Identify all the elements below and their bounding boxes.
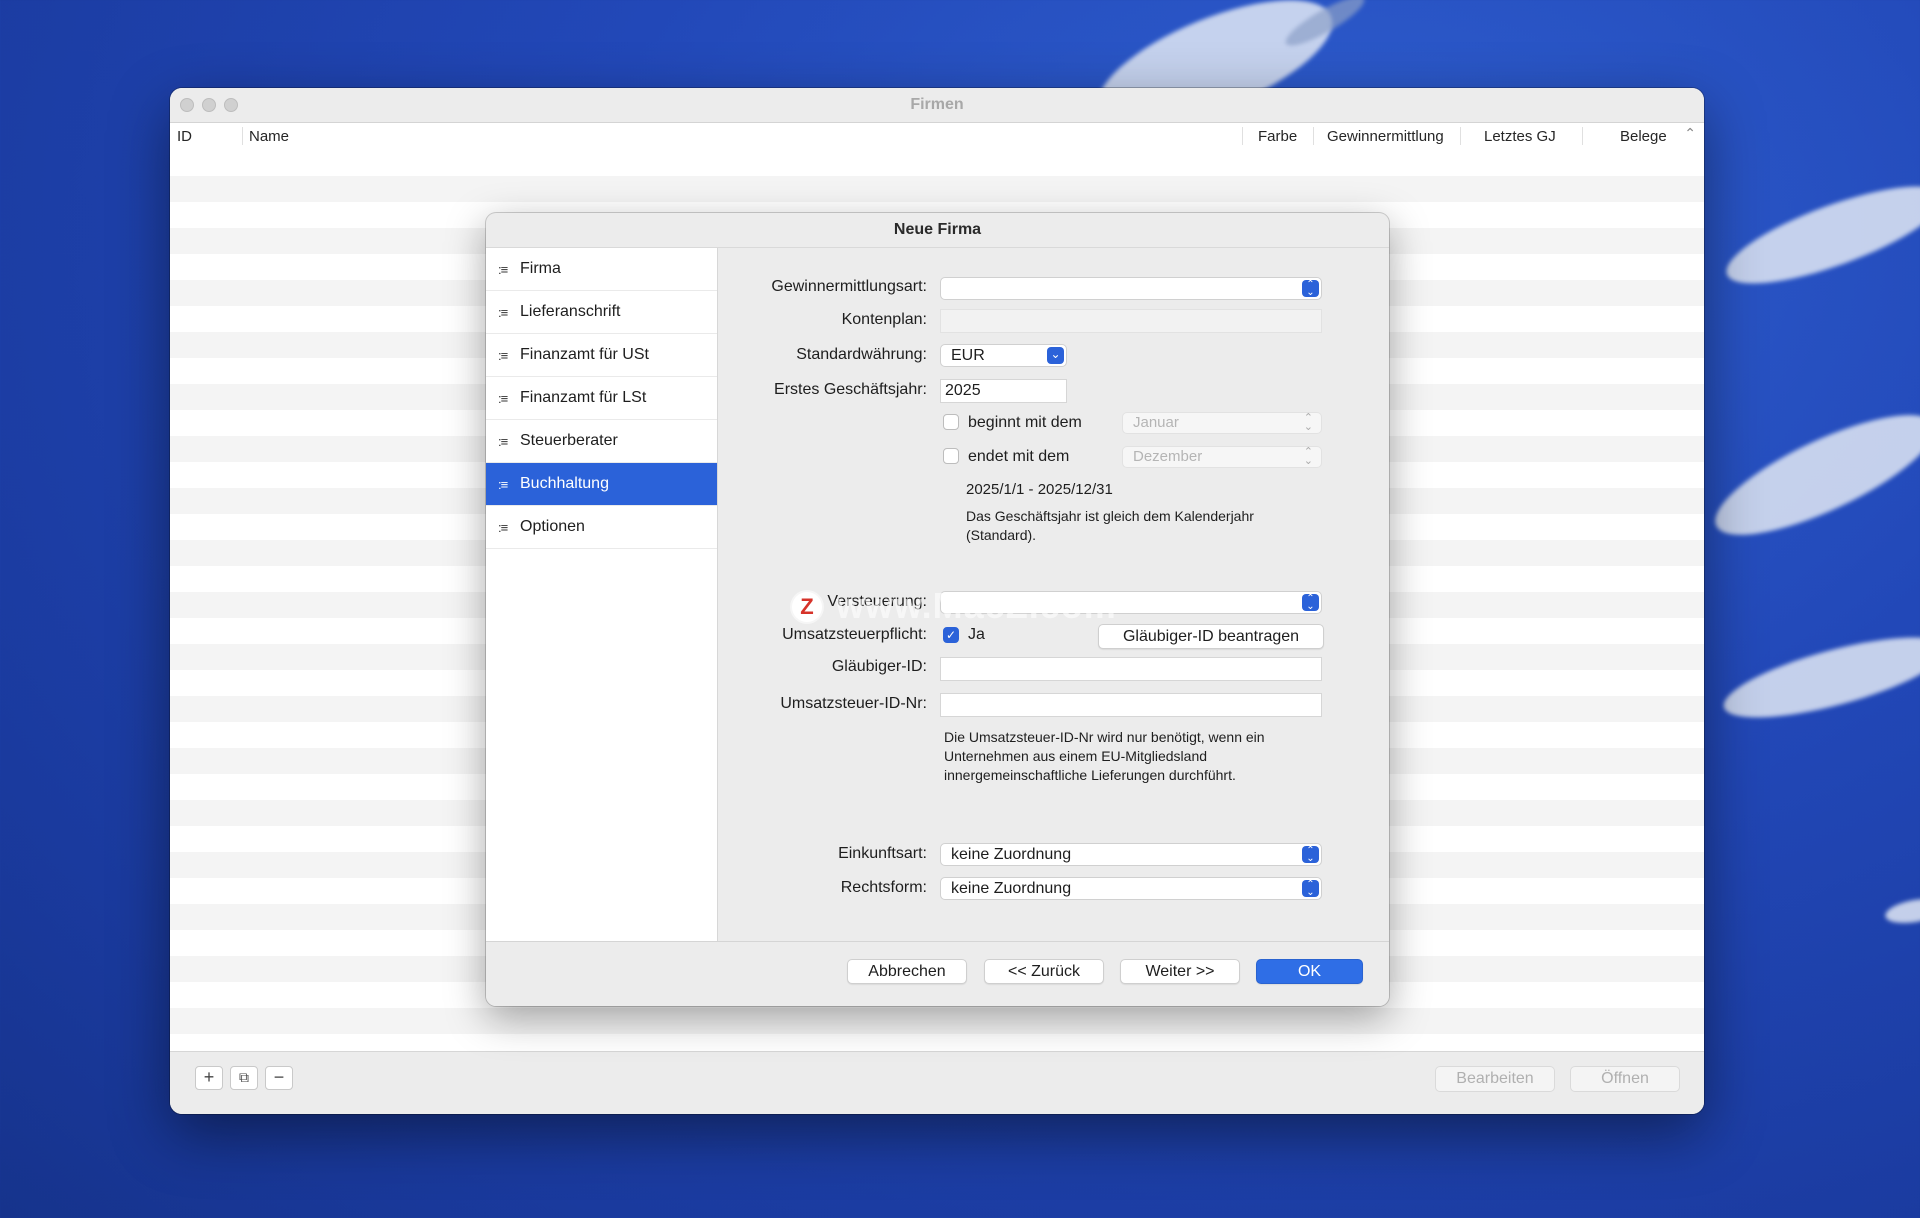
sidebar-item-label: Finanzamt für LSt [520, 389, 647, 406]
window-bottom-bar: + ⧉ − Bearbeiten Öffnen [170, 1051, 1704, 1114]
duplicate-button[interactable]: ⧉ [230, 1066, 258, 1090]
list-icon: :≡ [498, 433, 508, 449]
sidebar-item-finanzamt-lst[interactable]: :≡ Finanzamt für LSt [486, 377, 717, 420]
chevron-up-down-icon: ⌃ ⌄ [1302, 280, 1319, 298]
period-note: Das Geschäftsjahr ist gleich dem Kalende… [966, 508, 1254, 543]
add-button[interactable]: + [195, 1066, 223, 1090]
umsatzsteuer-id-label: Umsatzsteuer-ID-Nr: [780, 695, 927, 712]
select-value: Januar [1133, 414, 1179, 431]
list-icon: :≡ [498, 261, 508, 277]
sidebar-item-finanzamt-ust[interactable]: :≡ Finanzamt für USt [486, 334, 717, 377]
column-header-gewinnermittlung[interactable]: Gewinnermittlung [1327, 128, 1444, 145]
sidebar-item-label: Optionen [520, 518, 585, 535]
window-title: Firmen [910, 96, 964, 113]
beginnt-label: beginnt mit dem [968, 414, 1082, 431]
sidebar-item-firma[interactable]: :≡ Firma [486, 248, 717, 291]
endet-label: endet mit dem [968, 448, 1070, 465]
sidebar-item-label: Steuerberater [520, 432, 618, 449]
window-titlebar[interactable]: Firmen [170, 88, 1704, 123]
list-icon: :≡ [498, 347, 508, 363]
column-divider [242, 127, 243, 145]
sidebar-item-label: Finanzamt für USt [520, 346, 649, 363]
sort-ascending-icon[interactable]: ⌃ [1684, 125, 1696, 142]
column-header-id[interactable]: ID [177, 128, 192, 145]
umsatzsteuer-id-field[interactable] [940, 693, 1322, 717]
umsatzsteuerpflicht-ja-label: Ja [968, 626, 985, 643]
standardwaehrung-label: Standardwährung: [796, 346, 927, 363]
column-divider [1582, 127, 1583, 145]
beginnt-checkbox[interactable] [943, 414, 959, 430]
cancel-button[interactable]: Abbrechen [847, 959, 967, 984]
table-header: ID Name Farbe Gewinnermittlung Letztes G… [170, 123, 1704, 151]
glaeubiger-id-label: Gläubiger-ID: [831, 658, 927, 675]
dialog-title: Neue Firma [486, 213, 1389, 248]
endet-checkbox[interactable] [943, 448, 959, 464]
gewinnermittlungsart-select[interactable]: ⌃ ⌄ [940, 277, 1322, 300]
chevron-down-icon: ⌄ [1047, 347, 1064, 364]
sidebar-item-label: Buchhaltung [520, 475, 609, 492]
list-icon: :≡ [498, 519, 508, 535]
column-divider [1313, 127, 1314, 145]
sidebar-item-label: Firma [520, 260, 561, 277]
dialog-sidebar: :≡ Firma :≡ Lieferanschrift :≡ Finanzamt… [486, 248, 718, 941]
rechtsform-select[interactable]: keine Zuordnung ⌃ ⌄ [940, 877, 1322, 900]
edit-button[interactable]: Bearbeiten [1435, 1066, 1555, 1092]
select-value: EUR [951, 347, 985, 364]
einkunftsart-select[interactable]: keine Zuordnung ⌃ ⌄ [940, 843, 1322, 866]
background-shape [1716, 167, 1920, 303]
list-icon: :≡ [498, 476, 508, 492]
sidebar-item-label: Lieferanschrift [520, 303, 621, 320]
period-text: 2025/1/1 - 2025/12/31 [966, 481, 1113, 498]
list-icon: :≡ [498, 304, 508, 320]
umsatzsteuer-id-note: Die Umsatzsteuer-ID-Nr wird nur benötigt… [944, 729, 1265, 783]
umsatzsteuerpflicht-checkbox[interactable]: ✓ [943, 627, 959, 643]
chevron-up-down-icon: ⌃ ⌄ [1302, 594, 1319, 612]
select-value: Dezember [1133, 448, 1203, 465]
remove-button[interactable]: − [265, 1066, 293, 1090]
background-shape [1883, 894, 1920, 928]
background-shape [1716, 621, 1920, 734]
standardwaehrung-select[interactable]: EUR ⌄ [940, 344, 1067, 367]
glaeubiger-id-field[interactable] [940, 657, 1322, 681]
column-header-belege[interactable]: Belege [1620, 128, 1667, 145]
gewinnermittlungsart-label: Gewinnermittlungsart: [771, 278, 927, 295]
watermark-logo: Z [792, 592, 822, 622]
chevron-up-down-icon: ⌃ ⌄ [1303, 412, 1313, 433]
dialog-footer: Abbrechen << Zurück Weiter >> OK [486, 941, 1389, 1006]
erstes-geschaeftsjahr-label: Erstes Geschäftsjahr: [774, 381, 927, 398]
kontenplan-label: Kontenplan: [841, 311, 927, 328]
column-divider [1460, 127, 1461, 145]
open-button[interactable]: Öffnen [1570, 1066, 1680, 1092]
rechtsform-label: Rechtsform: [840, 879, 927, 896]
background-shape [1701, 392, 1920, 558]
chevron-up-down-icon: ⌃ ⌄ [1302, 880, 1319, 898]
list-icon: :≡ [498, 390, 508, 406]
kontenplan-field[interactable] [940, 309, 1322, 333]
sidebar-item-optionen[interactable]: :≡ Optionen [486, 506, 717, 549]
select-value: keine Zuordnung [951, 846, 1072, 863]
next-button[interactable]: Weiter >> [1120, 959, 1240, 984]
column-header-farbe[interactable]: Farbe [1258, 128, 1297, 145]
chevron-up-down-icon: ⌃ ⌄ [1302, 846, 1319, 864]
endet-month-select[interactable]: Dezember ⌃ ⌄ [1122, 446, 1322, 468]
watermark-text: www.MacZ.com [836, 585, 1117, 626]
column-header-letztes-gj[interactable]: Letztes GJ [1484, 128, 1556, 145]
column-header-name[interactable]: Name [249, 128, 289, 145]
sidebar-item-steuerberater[interactable]: :≡ Steuerberater [486, 420, 717, 463]
back-button[interactable]: << Zurück [984, 959, 1104, 984]
column-divider [1242, 127, 1243, 145]
umsatzsteuerpflicht-label: Umsatzsteuerpflicht: [782, 626, 927, 643]
select-value: keine Zuordnung [951, 880, 1072, 897]
glaeubiger-id-beantragen-button[interactable]: Gläubiger-ID beantragen [1098, 624, 1324, 649]
einkunftsart-label: Einkunftsart: [838, 845, 927, 862]
beginnt-month-select[interactable]: Januar ⌃ ⌄ [1122, 412, 1322, 434]
sidebar-item-buchhaltung[interactable]: :≡ Buchhaltung [486, 463, 717, 506]
ok-button[interactable]: OK [1256, 959, 1363, 984]
sidebar-item-lieferanschrift[interactable]: :≡ Lieferanschrift [486, 291, 717, 334]
chevron-up-down-icon: ⌃ ⌄ [1303, 446, 1313, 467]
erstes-geschaeftsjahr-field[interactable]: 2025 [940, 379, 1067, 403]
